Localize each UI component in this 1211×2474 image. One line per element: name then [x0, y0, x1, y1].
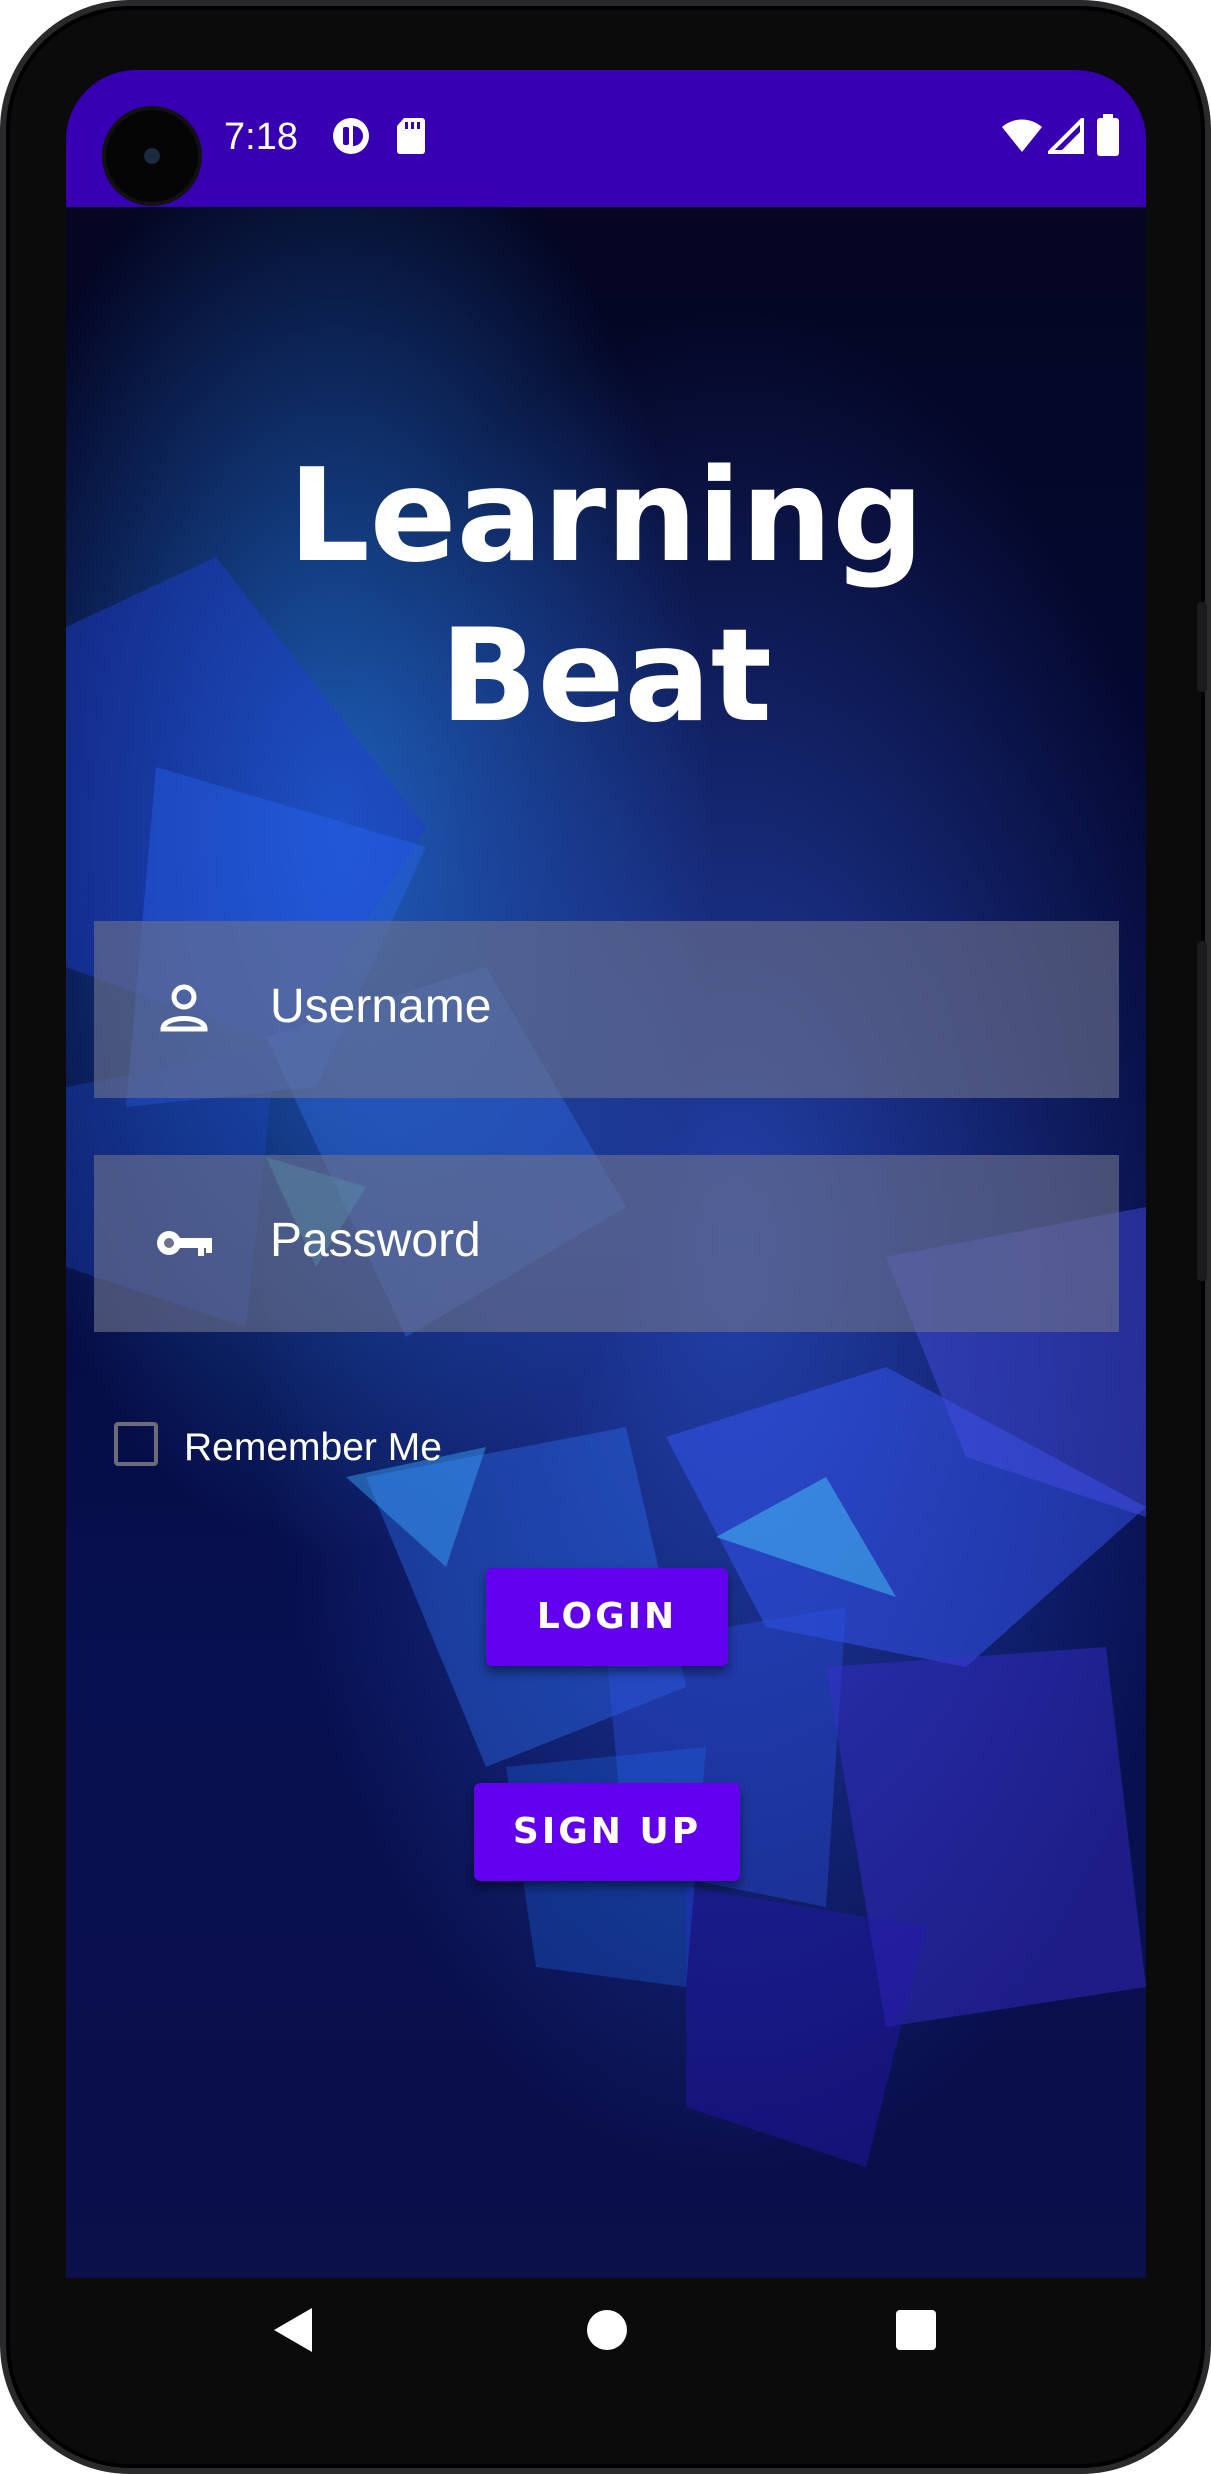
data-saver-icon [333, 118, 369, 154]
volume-button [1197, 602, 1207, 692]
screen: 7:18 Learning Beat Username Remember Me … [66, 70, 1146, 2278]
camera-lens [144, 148, 160, 164]
person-icon [160, 984, 208, 1032]
username-field[interactable] [94, 921, 1119, 1098]
sign-up-button[interactable]: SIGN UP [474, 1783, 740, 1881]
key-icon [157, 1231, 212, 1256]
navigation-bar [6, 2278, 1211, 2408]
app-title-line2: Beat [440, 602, 772, 751]
wifi-icon [1002, 119, 1042, 152]
remember-me-checkbox[interactable] [114, 1422, 158, 1466]
sd-card-icon [397, 118, 425, 154]
app-title: Learning Beat [66, 437, 1146, 757]
battery-icon [1097, 114, 1119, 156]
signal-icon [1048, 118, 1084, 154]
app-title-line1: Learning [288, 442, 924, 591]
status-time: 7:18 [224, 116, 298, 158]
password-field[interactable] [94, 1155, 1119, 1332]
login-button[interactable]: LOGIN [486, 1568, 728, 1666]
phone-frame: 7:18 Learning Beat Username Remember Me … [0, 0, 1211, 2474]
home-icon[interactable] [587, 2310, 627, 2350]
remember-me-label[interactable]: Remember Me [184, 1426, 442, 1470]
front-camera [106, 110, 198, 202]
power-button [1197, 941, 1207, 1281]
password-input[interactable] [270, 1213, 1090, 1268]
back-icon[interactable] [274, 2308, 312, 2352]
login-screen: Learning Beat Username Remember Me LOGIN… [66, 207, 1146, 2278]
recents-icon[interactable] [896, 2310, 936, 2350]
username-input[interactable] [270, 979, 1090, 1034]
status-bar: 7:18 [66, 70, 1146, 207]
